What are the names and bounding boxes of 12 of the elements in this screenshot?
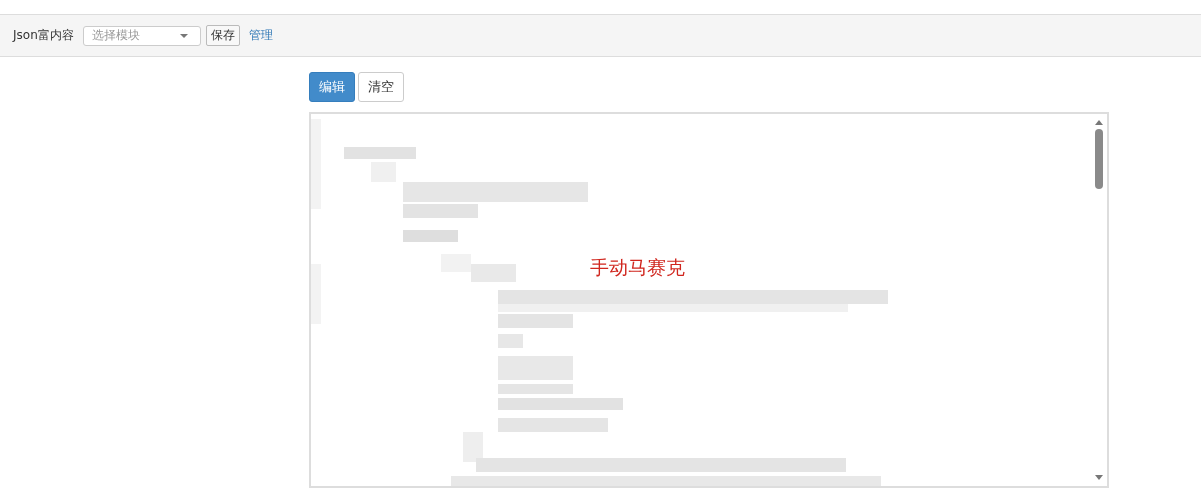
- clear-button[interactable]: 清空: [358, 72, 404, 102]
- toolbar-label: Json富内容: [13, 27, 74, 44]
- caret-icon: [179, 33, 188, 38]
- annotation-text: 手动马赛克: [590, 255, 685, 280]
- scroll-down-icon[interactable]: [1095, 475, 1103, 480]
- manage-link[interactable]: 管理: [248, 27, 273, 44]
- editor-area[interactable]: 手动马赛克: [309, 112, 1109, 488]
- module-dropdown[interactable]: 选择模块: [82, 25, 201, 46]
- edit-button[interactable]: 编辑: [309, 72, 355, 102]
- save-button[interactable]: 保存: [205, 25, 240, 46]
- scroll-up-icon[interactable]: [1095, 120, 1103, 125]
- scrollbar-thumb[interactable]: [1095, 129, 1103, 189]
